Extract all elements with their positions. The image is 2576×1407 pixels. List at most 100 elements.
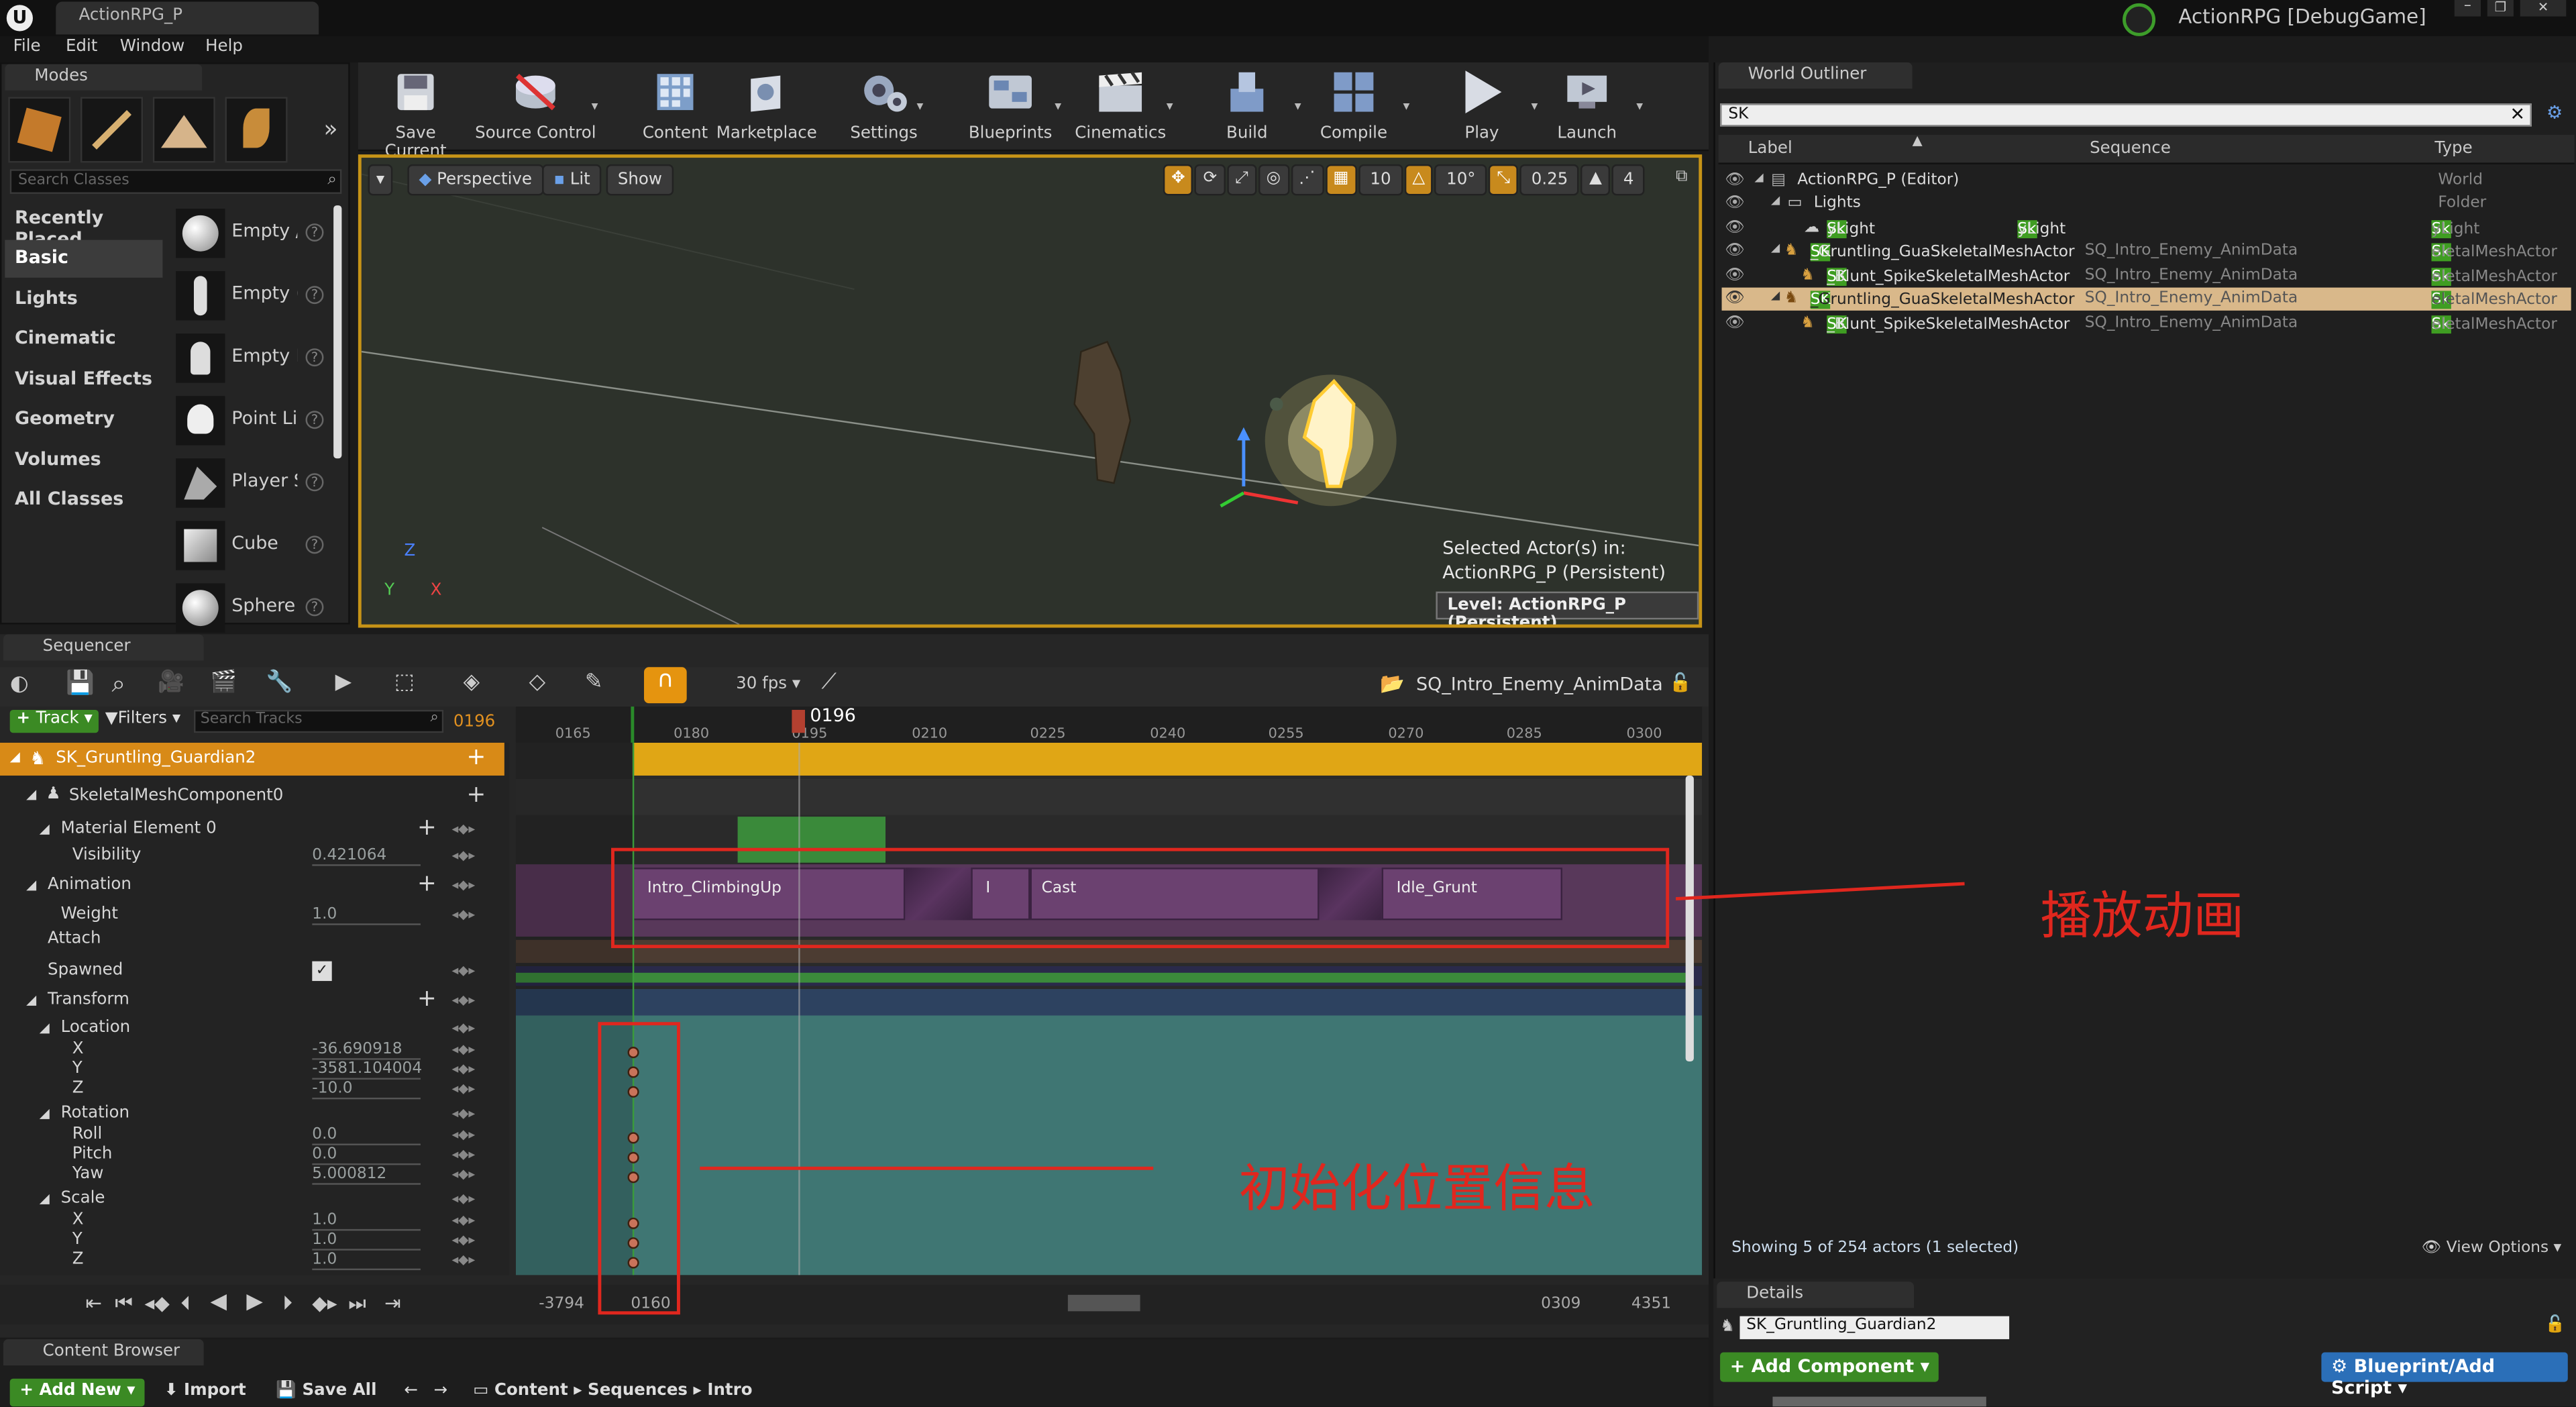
expand-arrow-icon[interactable]: ◢ [1755,171,1764,185]
outliner-row[interactable]: 👁 ◢ ▤ ActionRPG_P (Editor) World [1722,169,2571,192]
import-button[interactable]: ⬇ Import [164,1382,246,1400]
foliage-mode-button[interactable] [225,97,288,163]
column-sequence[interactable]: Sequence [2090,140,2171,158]
play-reverse-icon[interactable]: ◀ [210,1290,226,1314]
outliner-settings-icon[interactable]: ⚙ [2546,102,2563,123]
document-tab[interactable]: ActionRPG_P [56,1,319,35]
expand-arrow-icon[interactable]: ◢ [40,1021,50,1035]
search-classes-input[interactable]: Search Classes ⌕ [9,169,342,194]
filters-button[interactable]: ▼Filters ▾ [105,710,180,728]
details-tab[interactable]: Details [1717,1282,1915,1308]
add-track-plus-icon[interactable]: + [417,986,437,1012]
back-icon[interactable]: ← [404,1382,418,1400]
location-group[interactable]: ◢ Location ◂◆▸ [0,1019,504,1041]
range-end-outer[interactable]: 4351 [1631,1295,1671,1313]
weight-value[interactable]: 1.0 [312,905,421,925]
content-browser-tab[interactable]: Content Browser [3,1339,204,1366]
category-basic[interactable]: Basic [5,240,163,278]
weight-track[interactable]: Weight 1.0 ◂◆▸ [0,904,504,930]
goto-end-icon[interactable]: ⏭ [348,1292,366,1316]
place-item-sphere[interactable]: Sphere? [172,580,327,639]
scale-z[interactable]: Z 1.0 ◂◆▸ [0,1251,504,1271]
add-track-plus-icon[interactable]: + [467,782,486,809]
rotation-pitch[interactable]: Pitch 0.0 ◂◆▸ [0,1145,504,1166]
auto-key-icon[interactable]: ◇ [529,670,545,695]
step-frame-forward-icon[interactable]: ⏵ [282,1292,292,1316]
expand-arrow-icon[interactable]: ◢ [40,1192,50,1206]
landscape-mode-button[interactable] [152,97,215,163]
fps-dropdown[interactable]: 30 fps ▾ [736,676,800,694]
category-recently-placed[interactable]: Recently Placed [5,201,162,250]
camera-icon[interactable]: 🎥 [158,670,184,695]
step-back-icon[interactable]: ⏮ [115,1292,132,1316]
surface-snap-icon[interactable]: ⋰ [1290,164,1324,196]
next-key-icon[interactable]: ◆▸ [312,1292,337,1314]
step-frame-back-icon[interactable]: ⏴ [180,1292,191,1316]
viewport-options-button[interactable]: ▾ [368,164,393,196]
maximize-button[interactable]: ❐ [2487,0,2514,17]
place-item-player-start[interactable]: Player S? [172,455,327,514]
outliner-row-selected[interactable]: 👁 ◢ ♞ SK _Gruntling_GuaSkeletalMeshActor … [1721,287,2571,311]
translate-mode-icon[interactable]: ✥ [1163,164,1193,196]
play-options-icon[interactable]: ▶ [335,670,352,695]
scale-snap-icon[interactable]: ⤡ [1489,164,1519,196]
snap-magnet-icon[interactable]: ∩ [644,667,687,704]
source-control-dropdown[interactable]: ▾ [592,99,598,113]
prev-key-icon[interactable]: ◂◆ [145,1292,170,1314]
current-frame[interactable]: 0196 [453,713,495,731]
help-icon[interactable]: ? [305,411,324,429]
selection-icon[interactable]: ⬚ [394,670,415,695]
lit-button[interactable]: ▪ Lit [542,164,602,196]
settings-button[interactable]: Settings [841,66,926,148]
build-button[interactable]: Build [1212,66,1281,148]
clear-search-icon[interactable]: ✕ [2510,103,2526,125]
cinematics-dropdown[interactable]: ▾ [1167,99,1173,113]
key-controls[interactable]: ◂◆▸ [451,963,475,978]
expand-arrow-icon[interactable]: ◢ [40,822,50,837]
add-component-button[interactable]: + Add Component ▾ [1720,1352,1939,1382]
minimize-button[interactable]: – [2454,0,2481,17]
transform-track[interactable]: ◢ Transform + ◂◆▸ [0,986,504,1015]
world-outliner-tab[interactable]: World Outliner [1718,62,1913,89]
place-item-empty-character[interactable]: Empty (? [172,268,327,327]
component-track[interactable]: ◢ ♟ SkeletalMeshComponent0 + [0,782,504,812]
add-track-button[interactable]: + Track ▾ [9,709,99,733]
actor-track[interactable]: ◢ ♞ SK_Gruntling_Guardian2 + [0,742,504,776]
timeline-scrollbar[interactable] [1685,775,1694,1062]
scale-group[interactable]: ◢ Scale ◂◆▸ [0,1190,504,1212]
spawned-track[interactable]: Spawned ✓ ◂◆▸ [0,959,504,986]
key-controls[interactable]: ◂◆▸ [451,1192,475,1206]
category-geometry[interactable]: Geometry [5,401,162,439]
add-track-plus-icon[interactable]: + [417,871,437,897]
menu-edit[interactable]: Edit [66,38,97,56]
maximize-viewport-icon[interactable]: ⧉ [1676,168,1687,186]
build-dropdown[interactable]: ▾ [1295,99,1301,113]
compile-dropdown[interactable]: ▾ [1403,99,1409,113]
launch-button[interactable]: Launch [1554,66,1620,148]
compile-button[interactable]: Compile [1318,66,1390,148]
spawned-section[interactable] [515,972,1686,983]
range-end[interactable]: 0309 [1541,1295,1580,1313]
help-icon[interactable]: ? [305,535,324,554]
add-track-plus-icon[interactable]: + [467,744,486,770]
save-current-button[interactable]: Save Current [365,66,467,161]
scale-y[interactable]: Y 1.0 ◂◆▸ [0,1231,504,1252]
spawned-checkbox[interactable]: ✓ [312,961,332,982]
rotation-group[interactable]: ◢ Rotation ◂◆▸ [0,1104,504,1127]
location-y[interactable]: Y -3581.104004 ◂◆▸ [0,1060,504,1081]
visibility-eye-icon[interactable]: 👁 [1725,242,1745,260]
expand-arrow-icon[interactable]: ◢ [1771,242,1780,255]
outliner-row[interactable]: 👁 ◢ ♞ SK _Gruntling_GuaSkeletalMeshActor … [1722,240,2571,263]
category-lights[interactable]: Lights [5,281,162,319]
place-item-empty-pawn[interactable]: Empty I? [172,330,327,389]
expand-arrow-icon[interactable]: ◢ [1771,194,1780,207]
key-controls[interactable]: ◂◆▸ [451,822,475,837]
help-icon[interactable]: ? [305,286,324,305]
rotation-snap-value[interactable]: 10° [1434,164,1487,196]
forward-icon[interactable]: → [434,1382,448,1400]
show-button[interactable]: Show [606,164,674,196]
breadcrumb-item[interactable]: Sequences [588,1382,688,1400]
category-volumes[interactable]: Volumes [5,442,162,480]
visibility-value[interactable]: 0.421064 [312,846,421,866]
menu-file[interactable]: File [13,38,41,56]
